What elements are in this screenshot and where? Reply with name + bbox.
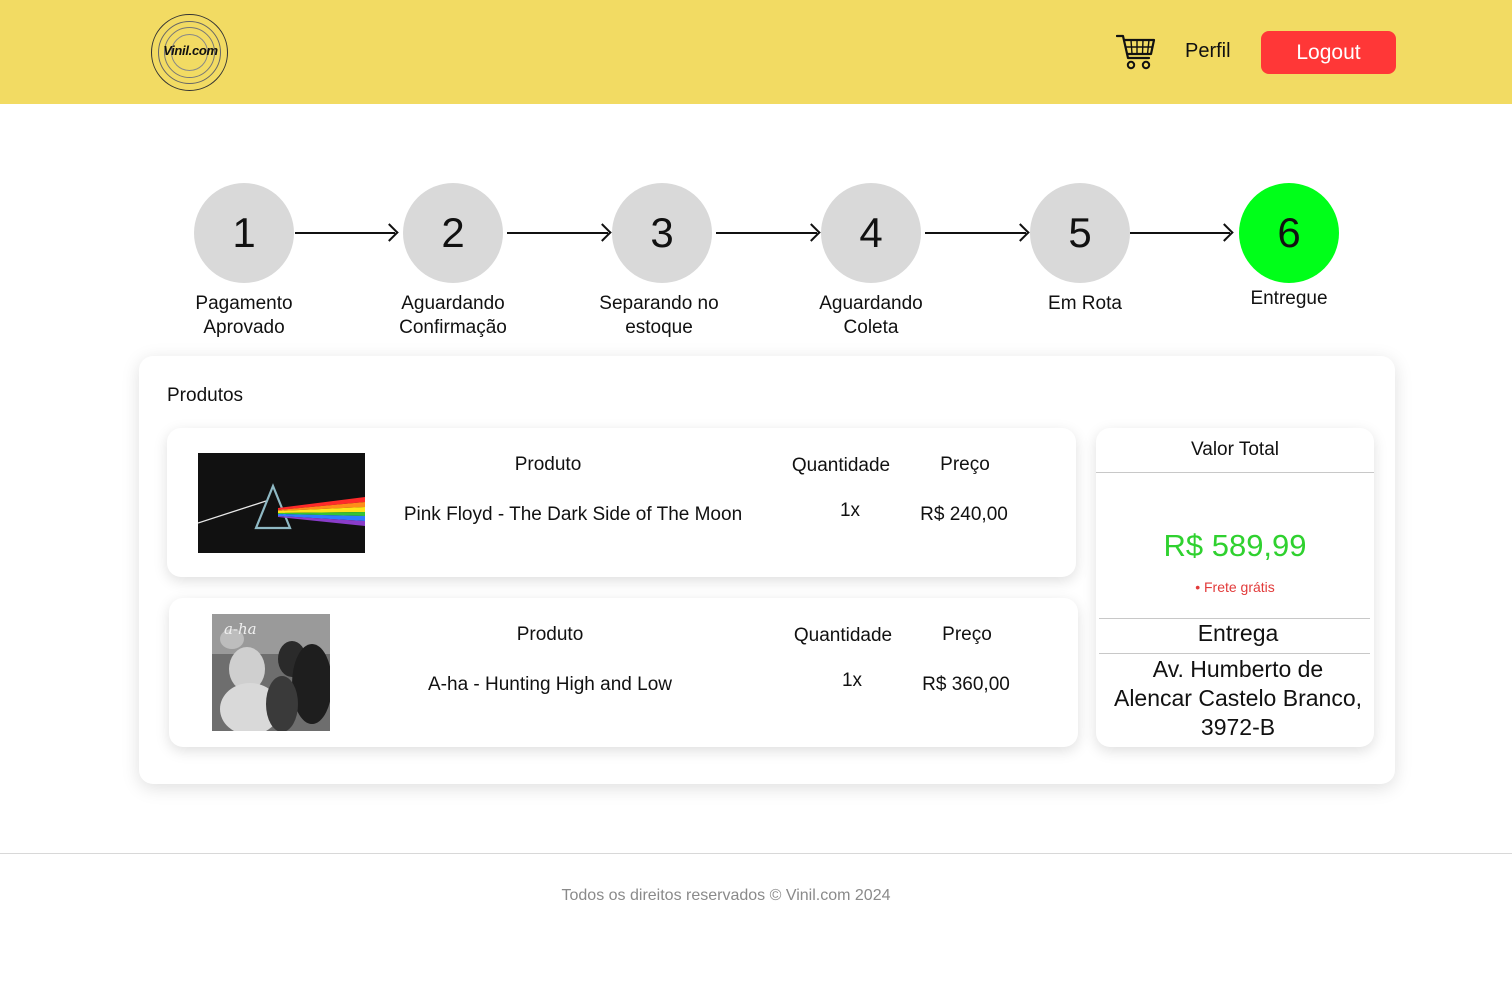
step-arrow <box>507 232 608 234</box>
divider <box>1096 472 1374 473</box>
address-line: Av. Humberto de <box>1152 656 1324 682</box>
step-arrow <box>295 232 395 234</box>
shopping-cart-icon[interactable] <box>1116 33 1156 71</box>
divider <box>1099 653 1370 654</box>
step-arrow <box>1130 232 1230 234</box>
step-label-line: Separando no <box>599 293 719 314</box>
step-label-line: Coleta <box>843 317 899 338</box>
delivery-title: Entrega <box>1197 620 1279 646</box>
divider <box>1099 618 1370 619</box>
step-arrow <box>925 232 1026 234</box>
product-row: Produto Quantidade Preço Pink Floyd - Th… <box>167 428 1076 577</box>
order-summary-card: Valor Total R$ 589,99 • Frete grátis Ent… <box>1096 428 1374 747</box>
total-value: R$ 589,99 <box>1163 528 1307 563</box>
vinil-logo[interactable]: Vinil.com <box>151 14 228 91</box>
step-label-line: estoque <box>625 317 693 338</box>
quantity-column-header: Quantidade <box>793 625 893 646</box>
album-cover-dark-side <box>198 453 365 553</box>
quantity-column-header: Quantidade <box>791 455 891 476</box>
svg-text:a-ha: a-ha <box>224 620 257 638</box>
prism-artwork <box>198 453 365 553</box>
footer-divider <box>0 853 1512 854</box>
album-cover-hunting-high-and-low: a-ha <box>212 614 330 731</box>
logout-button[interactable]: Logout <box>1261 31 1396 74</box>
step-4-label: Aguardando Coleta <box>786 292 956 340</box>
product-column-header: Produto <box>516 624 584 645</box>
product-row: a-ha Produto Quantidade Preço A-ha - Hun… <box>169 598 1078 747</box>
delivery-address: Av. Humberto de Alencar Castelo Branco, … <box>1096 655 1380 742</box>
step-label-line: Entregue <box>1250 288 1328 309</box>
address-line: Alencar Castelo Branco, <box>1113 685 1362 711</box>
step-label-line: Em Rota <box>1048 293 1122 314</box>
products-section-title: Produtos <box>167 385 244 406</box>
top-header: Vinil.com Perfil Logout <box>0 0 1512 104</box>
step-2-circle: 2 <box>403 183 503 283</box>
step-2-label: Aguardando Confirmação <box>368 292 538 340</box>
step-6-circle: 6 <box>1239 183 1339 283</box>
shipping-text: Frete grátis <box>1203 579 1275 595</box>
footer-copyright: Todos os direitos reservados © Vinil.com… <box>561 887 891 904</box>
shipping-note: • Frete grátis <box>1096 579 1374 595</box>
bullet-icon: • <box>1195 579 1201 595</box>
address-line: 3972-B <box>1200 714 1276 740</box>
step-label-line: Aguardando <box>819 293 923 314</box>
step-5-circle: 5 <box>1030 183 1130 283</box>
step-label-line: Pagamento <box>195 293 293 314</box>
product-name: A-ha - Hunting High and Low <box>428 674 672 695</box>
step-label-line: Confirmação <box>399 317 507 338</box>
price-column-header: Preço <box>940 454 990 475</box>
step-label-line: Aprovado <box>203 317 285 338</box>
step-1-circle: 1 <box>194 183 294 283</box>
product-price: R$ 360,00 <box>922 674 1010 695</box>
step-arrow <box>716 232 817 234</box>
product-quantity: 1x <box>839 500 861 521</box>
price-column-header: Preço <box>942 624 992 645</box>
step-3-label: Separando no estoque <box>574 292 744 340</box>
product-quantity: 1x <box>841 670 863 691</box>
order-details-card: Produtos Produto Quantidade Preço Pink F… <box>139 356 1395 784</box>
product-column-header: Produto <box>514 454 582 475</box>
aha-artwork: a-ha <box>212 614 330 731</box>
total-value-title: Valor Total <box>1190 439 1279 460</box>
nav-perfil-link[interactable]: Perfil <box>1185 40 1231 63</box>
logo-text: Vinil.com <box>163 43 218 58</box>
step-1-label: Pagamento Aprovado <box>159 292 329 340</box>
step-4-circle: 4 <box>821 183 921 283</box>
step-5-label: Em Rota <box>1000 292 1170 316</box>
step-6-label: Entregue <box>1204 287 1374 311</box>
step-label-line: Aguardando <box>401 293 505 314</box>
product-price: R$ 240,00 <box>920 504 1008 525</box>
product-name: Pink Floyd - The Dark Side of The Moon <box>403 504 743 525</box>
step-3-circle: 3 <box>612 183 712 283</box>
